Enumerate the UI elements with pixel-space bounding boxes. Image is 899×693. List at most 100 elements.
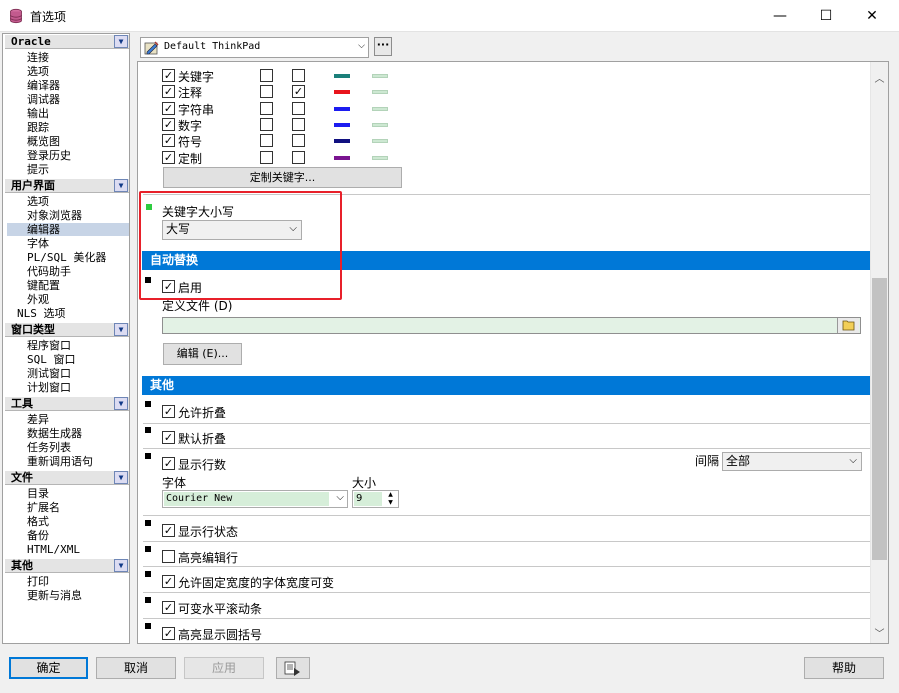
nav-group-header[interactable]: 其他 ▼: [5, 558, 129, 573]
nav-item[interactable]: 任务列表: [27, 441, 71, 454]
background-color-swatch[interactable]: [372, 155, 388, 160]
definition-file-input[interactable]: [162, 317, 861, 334]
foreground-color-swatch[interactable]: [334, 90, 350, 95]
folder-icon[interactable]: [837, 318, 859, 333]
nav-item[interactable]: 格式: [27, 515, 49, 528]
save-profile-button[interactable]: [276, 657, 310, 679]
variable-hscroll-checkbox[interactable]: [162, 601, 175, 614]
scroll-down-icon[interactable]: ﹀: [871, 625, 888, 642]
syntax-bold-checkbox[interactable]: [260, 101, 273, 115]
syntax-italic-checkbox[interactable]: [292, 101, 305, 115]
nav-item[interactable]: 打印: [27, 575, 49, 588]
nav-item[interactable]: 编辑器: [7, 223, 129, 236]
syntax-italic-checkbox[interactable]: [292, 150, 305, 164]
show-line-numbers-checkbox[interactable]: [162, 457, 175, 470]
nav-item[interactable]: 编译器: [27, 79, 60, 92]
syntax-italic-checkbox[interactable]: [292, 117, 305, 131]
maximize-button[interactable]: ☐: [803, 0, 849, 31]
syntax-bold-checkbox[interactable]: [260, 150, 273, 164]
nav-item[interactable]: 调试器: [27, 93, 60, 106]
nav-group-header[interactable]: 用户界面 ▼: [5, 178, 129, 193]
nav-item[interactable]: 提示: [27, 163, 49, 176]
background-color-swatch[interactable]: [372, 74, 388, 78]
size-spinner[interactable]: 9 ▲ ▼: [352, 490, 399, 508]
collapse-arrow-icon[interactable]: ▼: [114, 397, 128, 410]
nav-item[interactable]: 选项: [27, 65, 49, 78]
nav-group-header[interactable]: 文件 ▼: [5, 470, 129, 485]
syntax-enable-checkbox[interactable]: [162, 117, 175, 131]
background-color-swatch[interactable]: [372, 122, 388, 127]
nav-item[interactable]: 登录历史: [27, 149, 71, 162]
foreground-color-swatch[interactable]: [334, 155, 350, 160]
profile-more-button[interactable]: ···: [374, 37, 392, 56]
nav-item[interactable]: 数据生成器: [27, 427, 82, 440]
nav-item[interactable]: SQL 窗口: [27, 353, 76, 366]
nav-item[interactable]: 程序窗口: [27, 339, 71, 352]
spin-down-icon[interactable]: ▼: [384, 499, 397, 507]
ok-button[interactable]: 确定: [9, 657, 88, 679]
nav-item[interactable]: PL/SQL 美化器: [27, 251, 106, 264]
nav-item[interactable]: 外观: [27, 293, 49, 306]
nav-item[interactable]: 计划窗口: [27, 381, 71, 394]
vertical-scrollbar[interactable]: ︿ ﹀: [870, 62, 888, 643]
syntax-italic-checkbox[interactable]: [292, 134, 305, 148]
nav-item[interactable]: 键配置: [27, 279, 60, 292]
scrollbar-thumb[interactable]: [872, 278, 887, 560]
minimize-button[interactable]: —: [757, 0, 803, 31]
syntax-bold-checkbox[interactable]: [260, 134, 273, 148]
collapse-arrow-icon[interactable]: ▼: [114, 559, 128, 572]
help-button[interactable]: 帮助: [804, 657, 884, 679]
default-fold-checkbox[interactable]: [162, 431, 175, 444]
close-button[interactable]: ✕: [849, 0, 895, 31]
nav-item[interactable]: 目录: [27, 487, 49, 500]
nav-item[interactable]: 备份: [27, 529, 49, 542]
nav-item[interactable]: 代码助手: [27, 265, 71, 278]
syntax-enable-checkbox[interactable]: [162, 69, 175, 82]
highlight-edit-line-checkbox[interactable]: [162, 550, 175, 563]
show-line-status-checkbox[interactable]: [162, 524, 175, 537]
background-color-swatch[interactable]: [372, 139, 388, 144]
nav-item[interactable]: 对象浏览器: [27, 209, 82, 222]
syntax-enable-checkbox[interactable]: [162, 101, 175, 115]
interval-select[interactable]: 全部 ⌵: [722, 452, 862, 471]
foreground-color-swatch[interactable]: [334, 139, 350, 144]
collapse-arrow-icon[interactable]: ▼: [114, 471, 128, 484]
nav-group-header[interactable]: Oracle ▼: [5, 34, 129, 49]
nav-group-header[interactable]: 窗口类型 ▼: [5, 322, 129, 337]
allow-fold-checkbox[interactable]: [162, 405, 175, 418]
nav-item[interactable]: 字体: [27, 237, 49, 250]
syntax-enable-checkbox[interactable]: [162, 150, 175, 164]
nav-item[interactable]: 跟踪: [27, 121, 49, 134]
nav-item[interactable]: 概览图: [27, 135, 60, 148]
nav-item[interactable]: HTML/XML: [27, 543, 80, 556]
collapse-arrow-icon[interactable]: ▼: [114, 179, 128, 192]
collapse-arrow-icon[interactable]: ▼: [114, 323, 128, 336]
foreground-color-swatch[interactable]: [334, 74, 350, 78]
syntax-bold-checkbox[interactable]: [260, 69, 273, 82]
syntax-italic-checkbox[interactable]: [292, 85, 305, 99]
apply-button[interactable]: 应用: [184, 657, 264, 679]
syntax-enable-checkbox[interactable]: [162, 134, 175, 148]
nav-item[interactable]: 测试窗口: [27, 367, 71, 380]
highlight-brackets-checkbox[interactable]: [162, 627, 175, 640]
nav-item[interactable]: 选项: [27, 195, 49, 208]
foreground-color-swatch[interactable]: [334, 122, 350, 127]
nav-item[interactable]: 重新调用语句: [27, 455, 93, 468]
nav-item[interactable]: 输出: [27, 107, 49, 120]
nav-item[interactable]: 扩展名: [27, 501, 60, 514]
nav-item[interactable]: NLS 选项: [17, 307, 66, 320]
syntax-bold-checkbox[interactable]: [260, 85, 273, 99]
custom-keywords-button[interactable]: 定制关键字...: [163, 167, 402, 188]
profile-select[interactable]: Default ThinkPad ⌵: [140, 37, 369, 58]
nav-group-header[interactable]: 工具 ▼: [5, 396, 129, 411]
collapse-arrow-icon[interactable]: ▼: [114, 35, 128, 48]
cancel-button[interactable]: 取消: [96, 657, 176, 679]
syntax-italic-checkbox[interactable]: [292, 69, 305, 82]
font-select[interactable]: Courier New ⌵: [162, 490, 348, 508]
nav-item[interactable]: 更新与消息: [27, 589, 82, 602]
scroll-up-icon[interactable]: ︿: [871, 70, 888, 87]
background-color-swatch[interactable]: [372, 90, 388, 95]
edit-definition-button[interactable]: 编辑 (E)...: [163, 343, 242, 365]
foreground-color-swatch[interactable]: [334, 106, 350, 111]
background-color-swatch[interactable]: [372, 106, 388, 111]
